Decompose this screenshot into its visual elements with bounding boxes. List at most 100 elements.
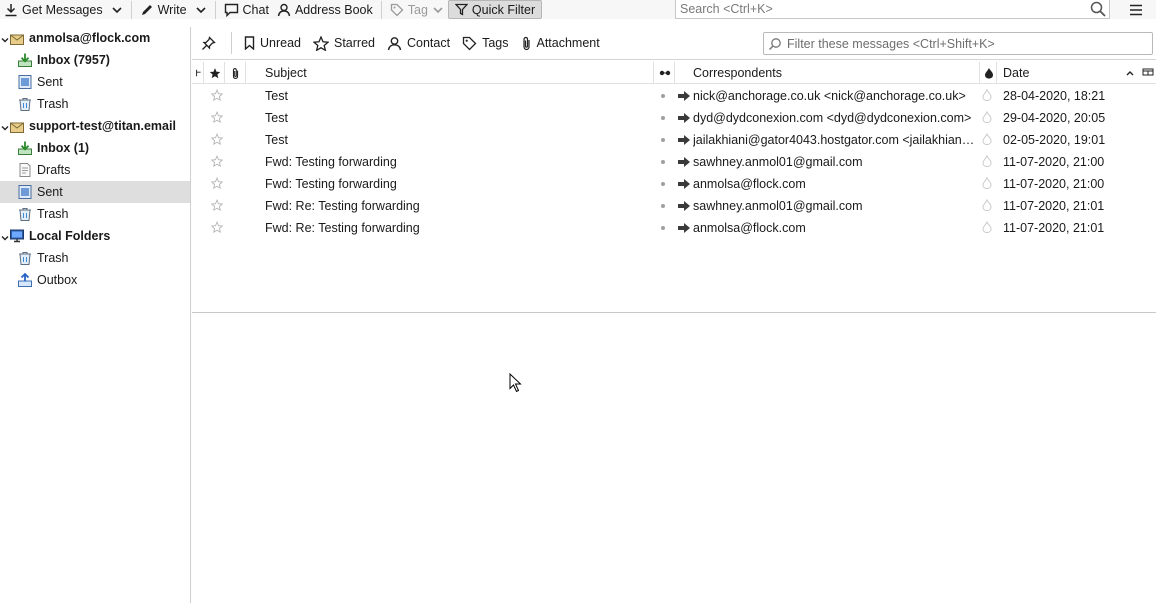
correspondents-column-header[interactable]: Correspondents [676, 62, 980, 84]
write-label: Write [157, 2, 187, 17]
chevron-down-icon[interactable] [1, 33, 9, 47]
trash-icon [17, 206, 33, 222]
junk-status-icon[interactable] [982, 220, 992, 236]
address-book-button[interactable]: Address Book [273, 0, 377, 19]
attachment-label: Attachment [536, 36, 600, 50]
junk-status-icon[interactable] [982, 132, 992, 148]
message-correspondent: anmolsa@flock.com [693, 221, 806, 235]
drafts-icon [17, 162, 33, 178]
junk-status-icon[interactable] [982, 110, 992, 126]
folder-label: Trash [37, 251, 69, 265]
message-row[interactable]: Fwd: Re: Testing forwarding sawhney.anmol… [192, 195, 1156, 217]
toolbar-separator [380, 0, 382, 19]
message-row[interactable]: Fwd: Testing forwarding sawhney.anmol01@g… [192, 151, 1156, 173]
sort-ascending-indicator [1125, 62, 1139, 84]
get-messages-button[interactable]: Get Messages [0, 0, 107, 19]
contact-filter-button[interactable]: Contact [381, 32, 456, 54]
star-toggle-icon[interactable] [210, 132, 224, 148]
toolbar-separator [214, 0, 216, 19]
date-header-label: Date [1003, 66, 1030, 80]
read-status-dot-icon[interactable] [661, 138, 665, 142]
message-row[interactable]: Test nick@anchorage.co.uk <nick@anchorage… [192, 85, 1156, 107]
message-subject: Test [265, 89, 288, 103]
starred-filter-button[interactable]: Starred [307, 32, 381, 54]
column-picker-button[interactable] [1142, 62, 1156, 84]
folder-pane: anmolsa@flock.com Inbox (7957) Sent Trash su… [0, 27, 191, 603]
glasses-icon [659, 70, 670, 76]
unread-filter-button[interactable]: Unread [238, 32, 307, 54]
junk-status-icon[interactable] [982, 88, 992, 104]
message-row[interactable]: Fwd: Testing forwarding anmolsa@flock.com… [192, 173, 1156, 195]
quick-filter-button[interactable]: Quick Filter [447, 0, 543, 19]
message-subject: Test [265, 133, 288, 147]
subject-column-header[interactable]: Subject [247, 62, 654, 84]
write-dropdown[interactable] [191, 0, 211, 19]
sticky-filter-button[interactable] [192, 32, 227, 54]
message-row[interactable]: Test dyd@dydconexion.com <dyd@dydconexion… [192, 107, 1156, 129]
junk-column[interactable] [981, 62, 997, 84]
tag-button[interactable]: Tag [386, 0, 448, 19]
paperclip-icon [232, 67, 239, 79]
read-status-column[interactable] [655, 62, 675, 84]
account-row[interactable]: Local Folders [0, 225, 190, 247]
folder-row-outbox[interactable]: Outbox [0, 269, 190, 291]
hamburger-menu-icon [1130, 4, 1142, 15]
folder-row-inbox-1[interactable]: Inbox (1) [0, 137, 190, 159]
folder-row-drafts[interactable]: Drafts [0, 159, 190, 181]
folder-row-inbox-7957[interactable]: Inbox (7957) [0, 49, 190, 71]
read-status-dot-icon[interactable] [661, 182, 665, 186]
folder-row-trash[interactable]: Trash [0, 93, 190, 115]
read-status-dot-icon[interactable] [661, 94, 665, 98]
star-toggle-icon[interactable] [210, 220, 224, 236]
filter-icon [454, 3, 468, 16]
junk-status-icon[interactable] [982, 198, 992, 214]
chat-button[interactable]: Chat [220, 0, 273, 19]
folder-row-sent[interactable]: Sent [0, 181, 190, 203]
mouse-cursor-icon [509, 373, 522, 393]
get-messages-dropdown[interactable] [107, 0, 127, 19]
star-toggle-icon[interactable] [210, 176, 224, 192]
starred-column[interactable] [205, 62, 225, 84]
account-row[interactable]: anmolsa@flock.com [0, 27, 190, 49]
star-toggle-icon[interactable] [210, 88, 224, 104]
read-status-dot-icon[interactable] [661, 204, 665, 208]
chevron-down-icon [195, 6, 206, 13]
message-row[interactable]: Test jailakhiani@gator4043.hostgator.com … [192, 129, 1156, 151]
trash-icon [17, 96, 33, 112]
thread-column[interactable] [192, 62, 204, 84]
app-menu-button[interactable] [1127, 0, 1145, 19]
thread-icon [196, 69, 201, 77]
inbox-icon [17, 52, 33, 68]
chevron-down-icon[interactable] [1, 121, 9, 135]
message-subject: Fwd: Testing forwarding [265, 177, 397, 191]
outbox-icon [17, 272, 33, 288]
message-row[interactable]: Fwd: Re: Testing forwarding anmolsa@flock… [192, 217, 1156, 239]
read-status-dot-icon[interactable] [661, 160, 665, 164]
search-icon [768, 37, 781, 50]
star-toggle-icon[interactable] [210, 110, 224, 126]
folder-label: Sent [37, 185, 63, 199]
folder-label: anmolsa@flock.com [29, 31, 151, 45]
folder-row-sent[interactable]: Sent [0, 71, 190, 93]
global-search-input[interactable]: Search <Ctrl+K> [675, 0, 1110, 19]
tags-filter-button[interactable]: Tags [456, 32, 514, 54]
folder-label: support-test@titan.email [29, 119, 176, 133]
junk-status-icon[interactable] [982, 176, 992, 192]
filter-messages-input[interactable]: Filter these messages <Ctrl+Shift+K> [763, 32, 1153, 55]
star-toggle-icon[interactable] [210, 198, 224, 214]
junk-status-icon[interactable] [982, 154, 992, 170]
read-status-dot-icon[interactable] [661, 226, 665, 230]
attachment-column[interactable] [226, 62, 246, 84]
message-date: 11-07-2020, 21:01 [1003, 221, 1105, 235]
folder-row-trash[interactable]: Trash [0, 203, 190, 225]
read-status-dot-icon[interactable] [661, 116, 665, 120]
folder-row-trash[interactable]: Trash [0, 247, 190, 269]
chevron-down-icon[interactable] [1, 231, 9, 245]
star-toggle-icon[interactable] [210, 154, 224, 170]
account-row[interactable]: support-test@titan.email [0, 115, 190, 137]
attachment-filter-button[interactable]: Attachment [515, 32, 606, 54]
thread-column-header: Subject Correspondents Date [192, 62, 1156, 84]
write-button[interactable]: Write [136, 0, 191, 19]
contact-label: Contact [407, 36, 451, 50]
date-column-header[interactable]: Date [998, 62, 1143, 84]
